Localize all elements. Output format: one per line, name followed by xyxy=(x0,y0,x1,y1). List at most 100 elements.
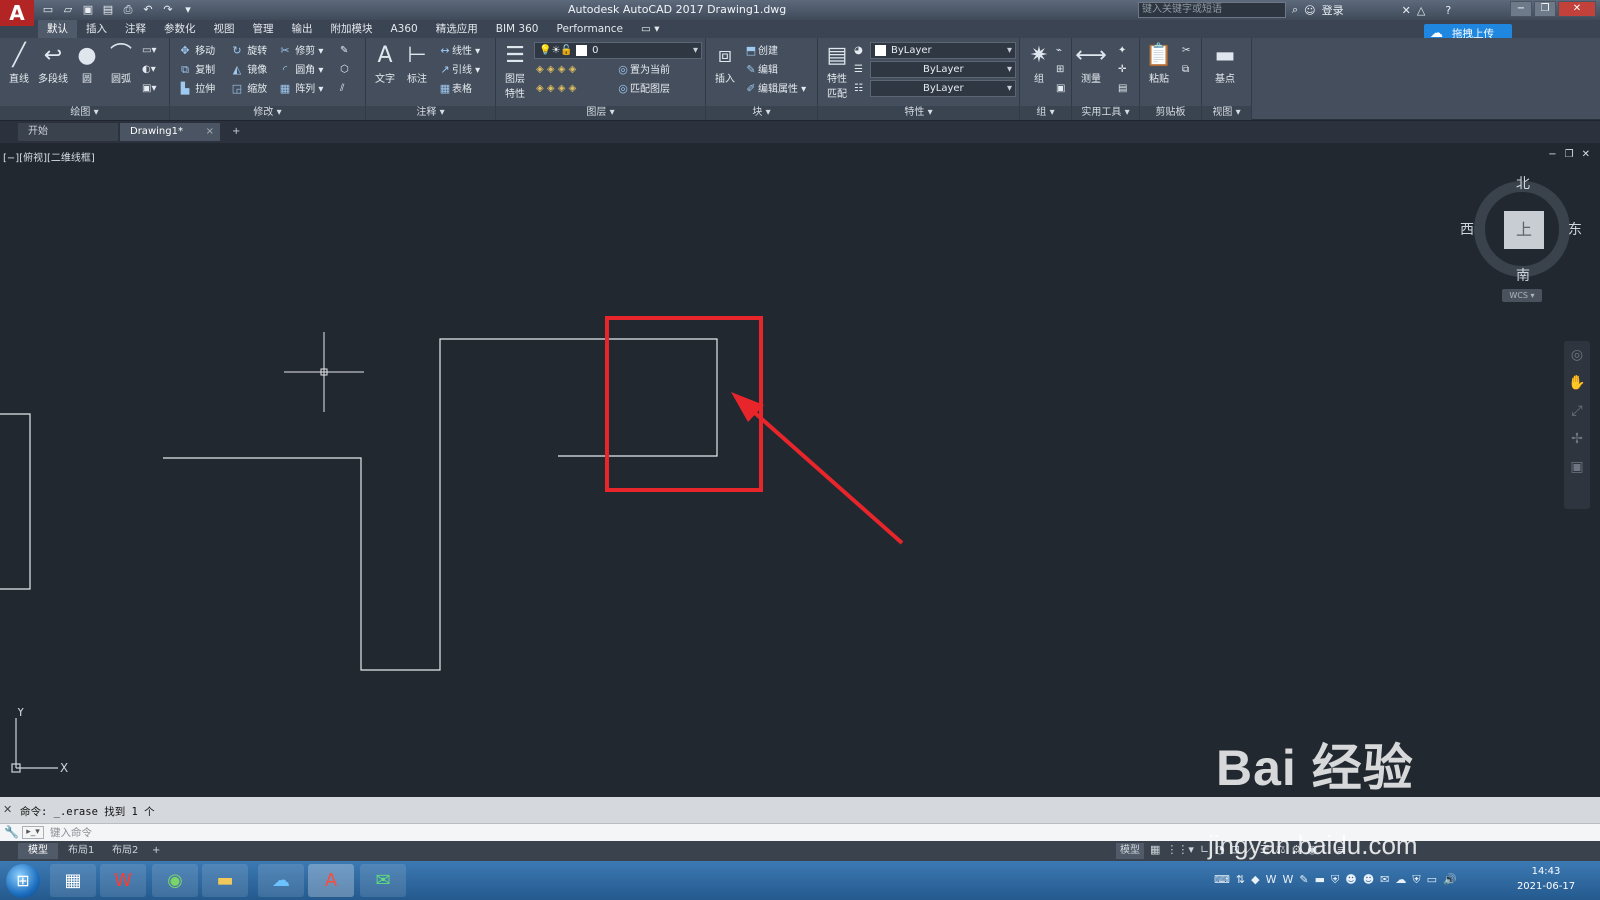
set-current-button[interactable]: ◎ 置为当前 xyxy=(616,61,670,79)
help-icon[interactable]: ? xyxy=(1445,4,1451,17)
mirror-button[interactable]: ◭ 镜像 xyxy=(230,61,267,79)
compass-north[interactable]: 北 xyxy=(1516,173,1530,193)
measure-button[interactable]: ⟷ 测量 xyxy=(1074,42,1108,85)
workspace-toggle-icon[interactable]: ▭ ▾ xyxy=(632,20,669,38)
tray-keyboard-icon[interactable]: ⌨ xyxy=(1214,873,1230,887)
layout-tab-1[interactable]: 布局1 xyxy=(58,843,104,859)
rectangle-icon[interactable]: ▭▾ xyxy=(142,42,156,60)
edit-attributes-button[interactable]: ✐ 编辑属性 ▾ xyxy=(744,80,806,98)
tray-network-icon[interactable]: ⇅ xyxy=(1236,873,1245,887)
layer-tools-2-icon[interactable]: ◈ ◈ ◈ ◈ xyxy=(536,80,576,98)
a360-icon[interactable]: △ xyxy=(1417,4,1425,17)
scale-button[interactable]: ◲ 缩放 xyxy=(230,80,267,98)
tray-wps-icon[interactable]: W xyxy=(1266,873,1277,887)
linear-button[interactable]: ↔ 线性 ▾ xyxy=(438,42,480,60)
tray-cloud-icon[interactable]: ☁ xyxy=(1395,873,1406,887)
table-button[interactable]: ▦ 表格 xyxy=(438,80,472,98)
ribbon-tab-6[interactable]: 输出 xyxy=(283,20,322,38)
match-properties-button[interactable]: ▤ 特性 匹配 xyxy=(820,42,854,100)
panel-block-title[interactable]: 块 ▾ xyxy=(706,106,817,120)
ribbon-tab-7[interactable]: 附加模块 xyxy=(322,20,382,38)
taskbar-autocad-icon[interactable]: A xyxy=(308,864,354,897)
pan-icon[interactable]: ✋ xyxy=(1564,369,1590,397)
minimize-icon[interactable]: − xyxy=(1510,1,1532,17)
ribbon-tab-11[interactable]: Performance xyxy=(547,20,632,38)
copy-clip-icon[interactable]: ⧉ xyxy=(1182,61,1189,79)
taskbar-wps-icon[interactable]: W xyxy=(100,864,146,897)
panel-view-title[interactable]: 视图 ▾ xyxy=(1202,106,1251,120)
arc-button[interactable]: ⌒ 圆弧 xyxy=(104,42,138,85)
layer-select[interactable]: 💡☀🔓 0 xyxy=(534,42,702,59)
tab-drawing1[interactable]: Drawing1* × xyxy=(120,123,220,141)
leader-button[interactable]: ↗ 引线 ▾ xyxy=(438,61,480,79)
save-icon[interactable]: ▣ xyxy=(80,2,96,17)
panel-utilities-title[interactable]: 实用工具 ▾ xyxy=(1072,106,1139,120)
panel-modify-title[interactable]: 修改 ▾ xyxy=(170,106,365,120)
fillet-button[interactable]: ◜ 圆角 ▾ xyxy=(278,61,324,79)
taskbar-baidu-netdisk-icon[interactable]: ☁ xyxy=(258,864,304,897)
open-folder-icon[interactable]: ▱ xyxy=(60,2,76,17)
taskbar-browser-icon[interactable]: ◉ xyxy=(152,864,198,897)
ribbon-tab-4[interactable]: 视图 xyxy=(205,20,244,38)
wcs-menu[interactable]: WCS ▾ xyxy=(1502,289,1542,302)
line-button[interactable]: ╱ 直线 xyxy=(2,42,36,85)
tray-folder-icon[interactable]: ▬ xyxy=(1315,873,1325,887)
panel-annotation-title[interactable]: 注释 ▾ xyxy=(366,106,495,120)
add-layout-button[interactable]: + xyxy=(142,843,170,859)
dimension-button[interactable]: ⊢ 标注 xyxy=(400,42,434,85)
edit-block-button[interactable]: ✎ 编辑 xyxy=(744,61,778,79)
ribbon-tab-10[interactable]: BIM 360 xyxy=(487,20,548,38)
base-view-button[interactable]: ▬ 基点 xyxy=(1208,42,1242,85)
steering-wheel-icon[interactable]: ◎ xyxy=(1564,341,1590,369)
print-icon[interactable]: ⎙ xyxy=(120,2,136,17)
compass-east[interactable]: 东 xyxy=(1568,219,1582,239)
quick-select-icon[interactable]: ✦ xyxy=(1118,42,1126,60)
ribbon-tab-8[interactable]: A360 xyxy=(382,20,427,38)
search-input[interactable]: 键入关键字或短语 xyxy=(1138,2,1286,18)
redo-icon[interactable]: ↷ xyxy=(160,2,176,17)
tray-qq2-icon[interactable]: ☻ xyxy=(1363,873,1374,887)
tray-qq-icon[interactable]: ☻ xyxy=(1345,873,1356,887)
ribbon-tab-1[interactable]: 插入 xyxy=(77,20,116,38)
erase-icon[interactable]: ✎ xyxy=(340,42,348,60)
match-layer-button[interactable]: ◎ 匹配图层 xyxy=(616,80,670,98)
app-menu-button[interactable]: A xyxy=(0,0,34,26)
grid-icon[interactable]: ▦ xyxy=(1150,843,1160,859)
layer-tools-icon[interactable]: ◈ ◈ ◈ ◈ xyxy=(536,61,576,79)
hatch-icon[interactable]: ◐▾ xyxy=(142,61,156,79)
rotate-button[interactable]: ↻ 旋转 xyxy=(230,42,267,60)
circle-button[interactable]: ● 圆 xyxy=(70,42,104,85)
explode-icon[interactable]: ⬡ xyxy=(340,61,349,79)
layout-tab-model[interactable]: 模型 xyxy=(18,843,58,859)
close-icon[interactable]: ✕ xyxy=(1558,1,1596,17)
linetype-select[interactable]: ByLayer xyxy=(870,61,1016,78)
wrench-icon[interactable]: 🔧 xyxy=(4,825,19,839)
tray-volume-icon[interactable]: 🔊 xyxy=(1443,873,1457,887)
tray-monitor-icon[interactable]: ▭ xyxy=(1427,873,1437,887)
viewcube-top-face[interactable]: 上 xyxy=(1504,211,1544,249)
binoculars-icon[interactable]: ⌕ xyxy=(1292,3,1298,17)
tray-security-icon[interactable]: ⛨ xyxy=(1412,873,1420,887)
exchange-icon[interactable]: ✕ xyxy=(1402,4,1411,17)
command-prefix-button[interactable]: ▸_▾ xyxy=(22,826,44,839)
group-select-icon[interactable]: ▣ xyxy=(1056,80,1065,98)
close-tab-icon[interactable]: × xyxy=(206,123,214,141)
calculator-icon[interactable]: ▤ xyxy=(1118,80,1127,98)
lineweight-select[interactable]: ByLayer xyxy=(870,80,1016,97)
stretch-button[interactable]: ▙ 拉伸 xyxy=(178,80,215,98)
compass-south[interactable]: 南 xyxy=(1516,265,1530,285)
viewcube[interactable]: 上 北 南 西 东 WCS ▾ xyxy=(1460,173,1582,303)
tray-wechat-icon[interactable]: ✉ xyxy=(1380,873,1389,887)
point-icon[interactable]: ✛ xyxy=(1118,61,1126,79)
start-button[interactable]: ⊞ xyxy=(6,864,40,898)
ribbon-tab-9[interactable]: 精选应用 xyxy=(427,20,487,38)
ribbon-tab-0[interactable]: 默认 xyxy=(38,20,77,38)
offset-icon[interactable]: ⫽ xyxy=(340,80,344,98)
orbit-icon[interactable]: ✢ xyxy=(1564,425,1590,453)
color-select[interactable]: ByLayer xyxy=(870,42,1016,59)
ribbon-tab-5[interactable]: 管理 xyxy=(244,20,283,38)
paste-button[interactable]: 📋 粘贴 xyxy=(1142,42,1176,85)
tray-wps2-icon[interactable]: W xyxy=(1282,873,1293,887)
text-button[interactable]: A 文字 xyxy=(368,42,402,85)
tray-app-icon[interactable]: ◆ xyxy=(1251,873,1259,887)
